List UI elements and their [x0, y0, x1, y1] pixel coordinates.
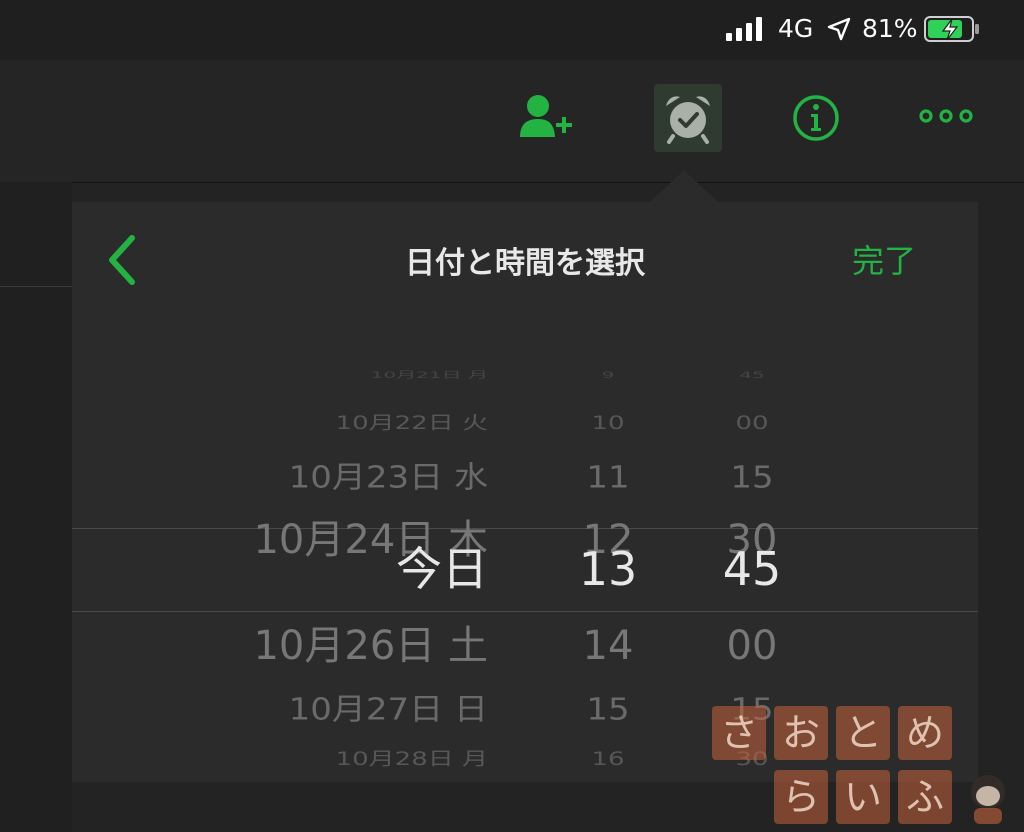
watermark-char: い: [836, 770, 890, 824]
cellular-signal-icon: [726, 17, 766, 41]
picker-minute: 00: [726, 623, 778, 669]
picker-hour: 16: [591, 749, 625, 771]
picker-hour: 9: [601, 369, 615, 381]
watermark-char: ら: [774, 770, 828, 824]
picker-row[interactable]: 10月22日 火 10 00: [72, 413, 978, 435]
add-user-icon[interactable]: [518, 93, 574, 141]
selection-bottom-line: [72, 611, 978, 612]
picker-row[interactable]: 10月26日 土 14 00: [72, 622, 978, 670]
watermark-char: さ: [712, 706, 766, 760]
picker-hour: 15: [586, 692, 630, 728]
network-type: 4G: [778, 14, 814, 43]
status-bar: 4G 81%: [0, 0, 1024, 60]
toolbar: [0, 60, 1024, 183]
picker-hour: 10: [591, 413, 625, 435]
watermark-char: め: [898, 706, 952, 760]
background-list: [0, 182, 72, 832]
picker-date: 10月22日 火: [335, 413, 488, 435]
picker-date: 10月26日 土: [253, 623, 488, 669]
picker-minute: 45: [722, 542, 782, 597]
popover-header: 日付と時間を選択 完了: [72, 202, 978, 312]
picker-date: 今日: [396, 542, 488, 597]
picker-date: 10月21日 月: [370, 369, 488, 381]
picker-row[interactable]: 10月23日 水 11 15: [72, 460, 978, 496]
popover-title: 日付と時間を選択: [405, 246, 645, 281]
watermark-char: と: [836, 706, 890, 760]
picker-row-selected[interactable]: 今日 13 45: [72, 542, 978, 597]
picker-hour: 13: [578, 542, 638, 597]
more-icon[interactable]: [918, 108, 974, 124]
picker-date: 10月28日 月: [335, 749, 488, 771]
picker-minute: 45: [739, 369, 765, 381]
alarm-button[interactable]: [654, 84, 722, 152]
battery-charging-icon: [924, 16, 979, 42]
date-time-popover: 日付と時間を選択 完了 10月21日 月 9 45 10月22日 火 10 00 10月23…: [72, 202, 978, 782]
mascot-icon: [971, 775, 1005, 824]
picker-date: 10月23日 水: [288, 460, 488, 496]
alarm-icon: [666, 96, 710, 144]
picker-date: 10月27日 日: [288, 692, 488, 728]
picker-row[interactable]: 10月21日 月 9 45: [72, 370, 978, 381]
picker-minute: 00: [735, 413, 769, 435]
popover-arrow: [650, 170, 718, 202]
watermark-char: お: [774, 706, 828, 760]
info-icon[interactable]: [792, 94, 840, 142]
watermark-char: ふ: [898, 770, 952, 824]
picker-minute: 15: [730, 460, 774, 496]
picker-hour: 14: [582, 623, 634, 669]
watermark-logo: さおとめらいふ: [710, 706, 1010, 828]
location-arrow-icon: [827, 17, 851, 41]
done-button[interactable]: 完了: [852, 236, 916, 282]
picker-hour: 11: [586, 460, 630, 496]
battery-percent: 81%: [862, 14, 918, 43]
